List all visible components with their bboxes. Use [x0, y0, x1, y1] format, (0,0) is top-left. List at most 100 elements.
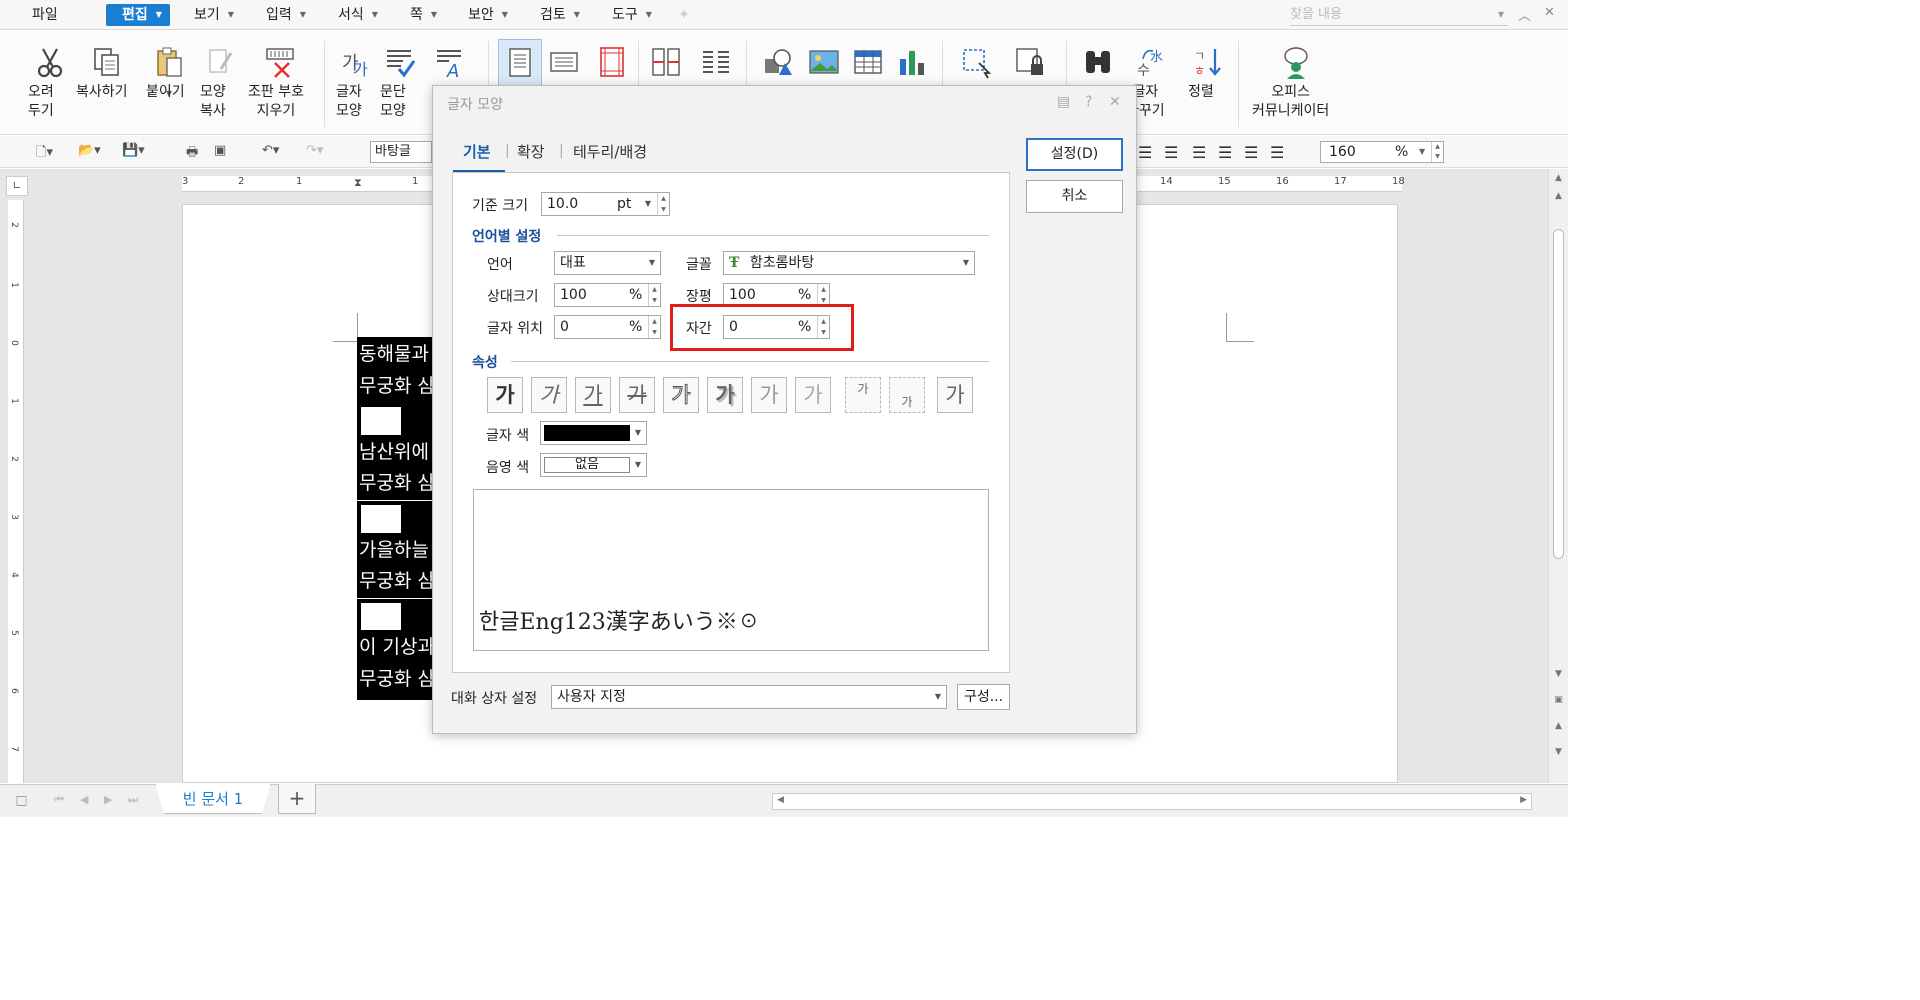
puzzle-icon[interactable]: ✦ — [678, 4, 690, 26]
align-divide-icon[interactable]: ☰ — [1270, 143, 1284, 162]
scroll-up-icon[interactable]: ▲ — [1549, 173, 1568, 183]
document-line[interactable] — [357, 501, 437, 535]
ok-button[interactable]: 설정(D) — [1026, 138, 1123, 171]
tab-document-1[interactable]: 빈 문서 1 — [155, 784, 271, 814]
prev-tab-icon[interactable]: ◀ — [80, 793, 88, 806]
prev-page-icon[interactable]: ▲ — [1549, 721, 1568, 731]
select-object-button[interactable] — [956, 45, 996, 83]
copy-button[interactable]: 복사하기 — [76, 45, 138, 100]
configure-button[interactable]: 구성... — [957, 684, 1010, 710]
strikethrough-button[interactable]: 가 — [619, 377, 655, 413]
menu-file[interactable]: 파일 — [32, 4, 58, 26]
view-draft-button[interactable] — [546, 45, 582, 83]
rel-size-input[interactable]: 100 % ▲ ▼ — [554, 283, 661, 307]
document-line[interactable]: 무궁화 삼 — [357, 369, 437, 403]
comment-icon[interactable]: ▤ — [1057, 94, 1070, 110]
clear-marks-button[interactable]: 조판 부호 지우기 — [248, 45, 312, 119]
tab-extended[interactable]: 확장 — [517, 141, 545, 162]
add-tab-button[interactable]: + — [278, 784, 316, 814]
protect-button[interactable] — [1010, 45, 1050, 83]
menu-insert[interactable]: 입력 ▼ — [266, 4, 306, 26]
unit-dropdown-icon[interactable]: ▼ — [645, 193, 651, 215]
document-line[interactable]: 가을하늘 — [357, 533, 437, 567]
scroll-left-icon[interactable]: ◀ — [777, 795, 784, 805]
base-size-input[interactable]: 10.0 pt ▼ ▲ ▼ — [541, 192, 670, 216]
document-line[interactable] — [357, 403, 437, 437]
menu-security[interactable]: 보안 ▼ — [468, 4, 508, 26]
shape-button[interactable] — [760, 45, 796, 83]
menu-review[interactable]: 검토 ▼ — [540, 4, 580, 26]
document-line[interactable] — [357, 599, 437, 633]
last-tab-icon[interactable]: ⏭ — [128, 793, 138, 807]
find-button[interactable] — [1078, 45, 1118, 83]
subscript-button[interactable]: 가 — [889, 377, 925, 413]
undo-icon[interactable]: ↶▾ — [262, 143, 279, 158]
menu-view[interactable]: 보기 ▼ — [194, 4, 234, 26]
open-folder-icon[interactable]: 📂▾ — [78, 143, 101, 158]
align-left-icon[interactable]: ☰ — [1164, 143, 1178, 162]
page-border-button[interactable] — [594, 45, 630, 83]
menu-format[interactable]: 서식 ▼ — [338, 4, 378, 26]
page-view-icon[interactable]: ▣ — [1549, 695, 1568, 705]
text-color-picker[interactable]: ▼ — [540, 421, 647, 445]
document-line[interactable]: 이 기상과 — [357, 630, 437, 664]
font-select[interactable]: Ŧ 함초롬바탕 ▼ — [723, 251, 975, 275]
language-select[interactable]: 대표 ▼ — [554, 251, 661, 275]
engrave-button[interactable]: 가 — [795, 377, 831, 413]
tab-basic[interactable]: 기본 — [463, 141, 491, 162]
office-communicator-button[interactable]: 오피스 커뮤니케이터 — [1252, 45, 1340, 119]
menu-edit[interactable]: 편집 ▼ — [106, 4, 170, 26]
scroll-up-icon[interactable]: ▲ — [1549, 191, 1568, 201]
document-line[interactable]: 남산위에 — [357, 435, 437, 469]
style-button[interactable]: A — [430, 45, 470, 83]
align-right-icon[interactable]: ☰ — [1218, 143, 1232, 162]
align-distribute-icon[interactable]: ☰ — [1244, 143, 1258, 162]
char-shape-button[interactable]: 가가 글자 모양 — [336, 45, 376, 119]
view-page-button[interactable] — [498, 39, 542, 91]
columns-button[interactable] — [648, 45, 684, 83]
align-center-icon[interactable]: ☰ — [1192, 143, 1206, 162]
position-input[interactable]: 0 % ▲ ▼ — [554, 315, 661, 339]
cut-button[interactable]: 오려 두기 — [28, 45, 72, 119]
shade-color-picker[interactable]: 없음 ▼ — [540, 453, 647, 477]
normal-button[interactable]: 가 — [937, 377, 973, 413]
vertical-scrollbar[interactable]: ▲ ▲ ▼ ▣ ▲ ▼ — [1548, 169, 1568, 783]
close-icon[interactable]: ✕ — [1544, 5, 1555, 20]
replace-button[interactable]: 수水 글자 바꾸기 — [1126, 45, 1178, 119]
indent-marker-icon[interactable]: ⧗ — [354, 176, 362, 190]
document-line[interactable]: 무궁화 삼 — [357, 466, 437, 500]
picture-button[interactable] — [806, 45, 842, 83]
scroll-thumb[interactable] — [1553, 229, 1564, 559]
underline-button[interactable]: 가 — [575, 377, 611, 413]
print-icon[interactable]: 🖶 — [186, 143, 198, 165]
ratio-spinner[interactable]: ▲ ▼ — [817, 284, 829, 306]
para-shape-button[interactable]: 문단 모양 — [380, 45, 420, 119]
format-copy-button[interactable]: 모양 복사 — [200, 45, 240, 119]
first-tab-icon[interactable]: ⏮ — [54, 793, 64, 807]
close-icon[interactable]: ✕ — [1109, 94, 1121, 110]
document-line[interactable]: 무궁화 삼 — [357, 564, 437, 598]
document-icon[interactable]: 🗆 — [16, 791, 27, 816]
bold-button[interactable]: 가 — [487, 377, 523, 413]
horizontal-scrollbar[interactable]: ◀ ▶ — [772, 793, 1532, 810]
document-line[interactable]: 무궁화 삼 — [357, 662, 437, 700]
collapse-icon[interactable]: ︿ — [1518, 5, 1531, 24]
paste-button[interactable]: 붙이기 ▼ — [146, 45, 192, 103]
position-spinner[interactable]: ▲ ▼ — [648, 316, 660, 338]
multi-column-button[interactable] — [698, 45, 734, 83]
shadow-button[interactable]: 가 — [707, 377, 743, 413]
emboss-button[interactable]: 가 — [751, 377, 787, 413]
next-tab-icon[interactable]: ▶ — [104, 793, 112, 806]
scroll-right-icon[interactable]: ▶ — [1520, 795, 1527, 805]
new-document-icon[interactable]: 🗋▾ — [36, 143, 53, 165]
menu-tools[interactable]: 도구 ▼ — [612, 4, 652, 26]
preview-icon[interactable]: ▣ — [214, 143, 226, 158]
save-icon[interactable]: 💾▾ — [122, 143, 145, 158]
cancel-button[interactable]: 취소 — [1026, 180, 1123, 213]
vertical-ruler[interactable]: 2 1 0 1 2 3 4 5 6 7 — [8, 200, 24, 783]
document-line[interactable]: 동해물과 — [357, 337, 437, 371]
zoom-input[interactable]: 160 % ▼ ▲ ▼ — [1320, 141, 1444, 163]
help-icon[interactable]: ? — [1085, 94, 1092, 110]
tab-type-icon[interactable]: ∟ — [6, 176, 28, 196]
scroll-down-icon[interactable]: ▼ — [1549, 669, 1568, 679]
